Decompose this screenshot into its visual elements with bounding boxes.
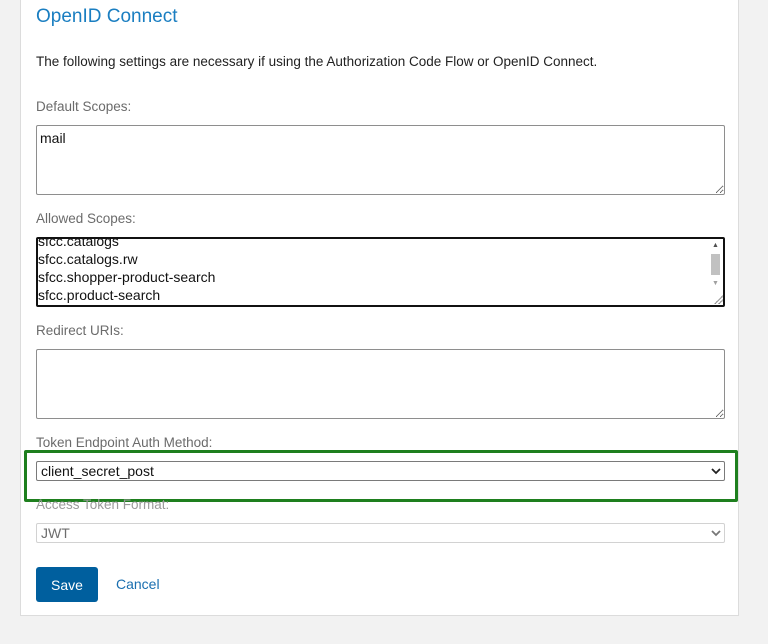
allowed-scope-item: sfcc.catalogs.rw [38,251,138,267]
scroll-thumb[interactable] [711,254,720,275]
redirect-uris-label: Redirect URIs: [36,323,124,338]
allowed-scope-item: sfcc.product-search [38,287,161,303]
scroll-down-arrow-icon[interactable]: ▼ [712,280,719,287]
token-endpoint-auth-method-label: Token Endpoint Auth Method: [36,435,213,450]
allowed-scope-item: sfcc.shopper-product-search [38,269,216,285]
allowed-scopes-label: Allowed Scopes: [36,211,136,226]
access-token-format-label: Access Token Format: [36,497,170,512]
default-scopes-label: Default Scopes: [36,99,132,114]
cancel-link[interactable]: Cancel [116,576,160,592]
highlight-box [24,450,738,502]
save-button[interactable]: Save [36,567,98,602]
access-token-format-value: JWT [41,525,70,541]
section-intro: The following settings are necessary if … [36,54,598,69]
scroll-up-arrow-icon[interactable]: ▲ [712,242,719,249]
resize-grip-icon[interactable] [713,294,723,304]
allowed-scopes-viewport: sfcc.catalogs sfcc.catalogs.rw sfcc.shop… [38,239,707,305]
access-token-format-select: JWT [36,523,725,543]
section-title: OpenID Connect [36,6,178,27]
allowed-scope-item: sfcc.catalogs [38,239,119,249]
chevron-down-icon [711,530,721,537]
default-scopes-textarea[interactable]: mail [36,125,725,195]
redirect-uris-textarea[interactable] [36,349,725,419]
